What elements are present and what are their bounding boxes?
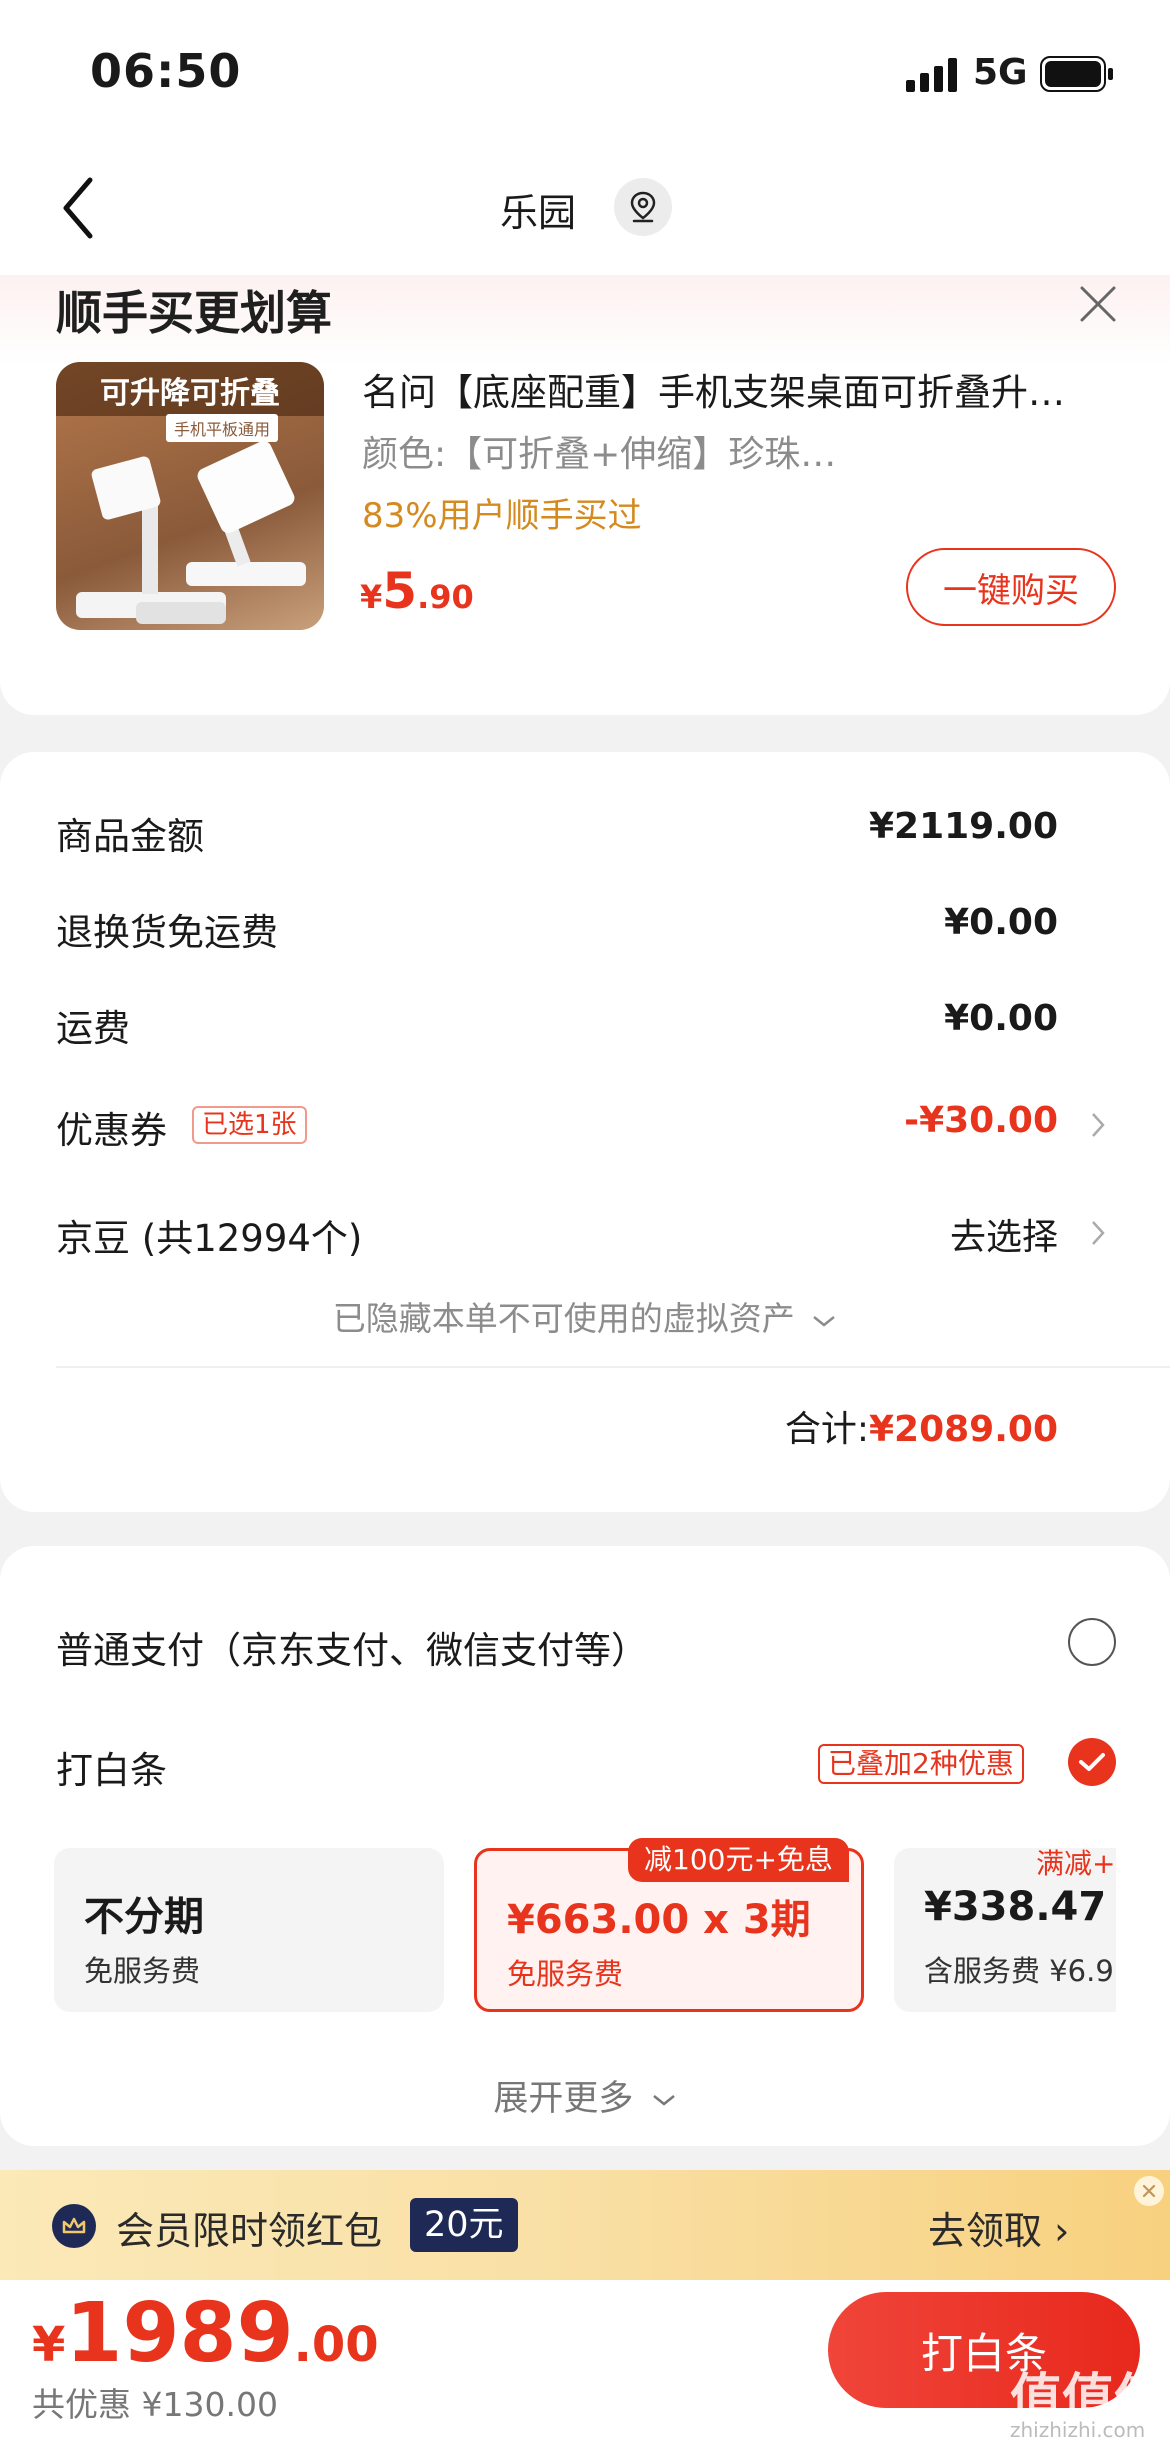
back-icon[interactable] bbox=[56, 168, 106, 248]
divider bbox=[56, 1366, 1170, 1368]
social-proof: 83%用户顺手买过 bbox=[362, 496, 642, 536]
phone-stand-illustration bbox=[76, 442, 306, 624]
chevron-down-icon bbox=[652, 2095, 675, 2106]
hidden-assets-note[interactable]: 已隐藏本单不可使用的虚拟资产 bbox=[0, 1292, 1170, 1340]
installment-promo-badge: 减100元+免息 bbox=[628, 1838, 849, 1882]
close-icon[interactable] bbox=[1076, 282, 1120, 326]
product-image[interactable]: 可升降可折叠 手机平板通用 bbox=[56, 362, 324, 630]
chevron-right-icon[interactable] bbox=[1088, 1216, 1108, 1250]
installment-main: ¥338.47 x bbox=[924, 1884, 1116, 1930]
location-pin-icon bbox=[630, 191, 656, 223]
total-value: ¥2089.00 bbox=[868, 1409, 1058, 1450]
product-image-headline: 可升降可折叠 bbox=[100, 376, 280, 411]
installment-options: 不分期 免服务费 ¥663.00 x 3期 免服务费 ¥338.47 x 含服务… bbox=[54, 1848, 1116, 2016]
order-total: 合计:¥2089.00 bbox=[785, 1400, 1058, 1452]
product-spec[interactable]: 颜色:【可折叠+伸缩】珍珠… bbox=[362, 425, 882, 477]
network-label: 5G bbox=[973, 52, 1028, 93]
installment-sub: 免服务费 bbox=[507, 1957, 624, 1991]
installment-main: 不分期 bbox=[84, 1894, 204, 1940]
summary-row-value: ¥2119.00 bbox=[868, 806, 1058, 847]
checkmark-icon bbox=[1079, 1753, 1105, 1771]
normal-pay-radio[interactable] bbox=[1068, 1618, 1116, 1666]
final-price: ¥1989.00 bbox=[32, 2286, 379, 2381]
member-red-packet-amount: 20元 bbox=[410, 2198, 518, 2252]
summary-row-label: 商品金额 bbox=[56, 815, 204, 858]
final-price-integer: 1989 bbox=[65, 2286, 294, 2381]
battery-icon bbox=[1040, 56, 1113, 92]
summary-row-value: ¥0.00 bbox=[944, 998, 1058, 1039]
product-image-tag: 手机平板通用 bbox=[166, 414, 279, 442]
expand-more-button[interactable]: 展开更多 bbox=[0, 2070, 1170, 2121]
stacked-discount-tag: 已叠加2种优惠 bbox=[818, 1744, 1024, 1784]
installment-sub: 免服务费 bbox=[84, 1954, 201, 1988]
upsell-title: 顺手买更划算 bbox=[56, 286, 332, 340]
upsell-price: ¥5.90 bbox=[360, 562, 474, 620]
jingdou-select[interactable]: 去选择 bbox=[950, 1208, 1058, 1260]
installment-sub: 含服务费 ¥6.9 bbox=[924, 1954, 1114, 1988]
product-name[interactable]: 名问【底座配重】手机支架桌面可折叠升… bbox=[362, 362, 1122, 416]
one-click-buy-button[interactable]: 一键购买 bbox=[906, 548, 1116, 626]
installment-promo-badge: 满减+ bbox=[1036, 1847, 1116, 1880]
watermark-url: zhizhizhi.com bbox=[1010, 2418, 1146, 2442]
total-label: 合计: bbox=[784, 1409, 869, 1450]
normal-pay-label[interactable]: 普通支付（京东支付、微信支付等） bbox=[56, 1620, 648, 1674]
total-discount: 共优惠 ¥130.00 bbox=[32, 2385, 278, 2424]
coupon-selected-tag: 已选1张 bbox=[192, 1106, 307, 1144]
hidden-assets-text: 已隐藏本单不可使用的虚拟资产 bbox=[332, 1299, 795, 1338]
chevron-down-icon bbox=[813, 1315, 836, 1327]
member-banner-text: 会员限时领红包 bbox=[116, 2209, 383, 2253]
expand-more-label: 展开更多 bbox=[493, 2079, 634, 2119]
summary-row-value: ¥0.00 bbox=[944, 902, 1058, 943]
coupon-value[interactable]: -¥30.00 bbox=[904, 1100, 1058, 1141]
installment-main: ¥663.00 x 3期 bbox=[507, 1897, 811, 1943]
installment-option[interactable]: 不分期 免服务费 bbox=[54, 1848, 444, 2012]
baitiao-pay-radio[interactable] bbox=[1068, 1738, 1116, 1786]
chevron-right-icon[interactable] bbox=[1088, 1108, 1108, 1142]
claim-button[interactable]: 去领取 › bbox=[928, 2200, 1069, 2255]
banner-close-icon[interactable] bbox=[1134, 2176, 1164, 2206]
crown-icon bbox=[52, 2204, 96, 2248]
upsell-price-integer: 5 bbox=[382, 562, 418, 620]
navbar bbox=[0, 140, 1170, 275]
location-button[interactable] bbox=[614, 178, 672, 236]
baitiao-pay-label[interactable]: 打白条 bbox=[56, 1740, 167, 1794]
jingdou-label[interactable]: 京豆 (共12994个) bbox=[56, 1208, 362, 1262]
final-price-decimal: .00 bbox=[293, 2317, 379, 2373]
upsell-price-decimal: .90 bbox=[417, 578, 474, 616]
upsell-price-currency: ¥ bbox=[360, 578, 383, 616]
nav-title: 乐园 bbox=[500, 191, 577, 235]
final-price-currency: ¥ bbox=[32, 2317, 66, 2373]
status-time: 06:50 bbox=[90, 44, 242, 98]
coupon-label[interactable]: 优惠券 bbox=[56, 1100, 167, 1154]
summary-row-label: 退换货免运费 bbox=[56, 911, 278, 954]
summary-row-label: 运费 bbox=[56, 1007, 130, 1050]
signal-icon bbox=[906, 58, 957, 92]
